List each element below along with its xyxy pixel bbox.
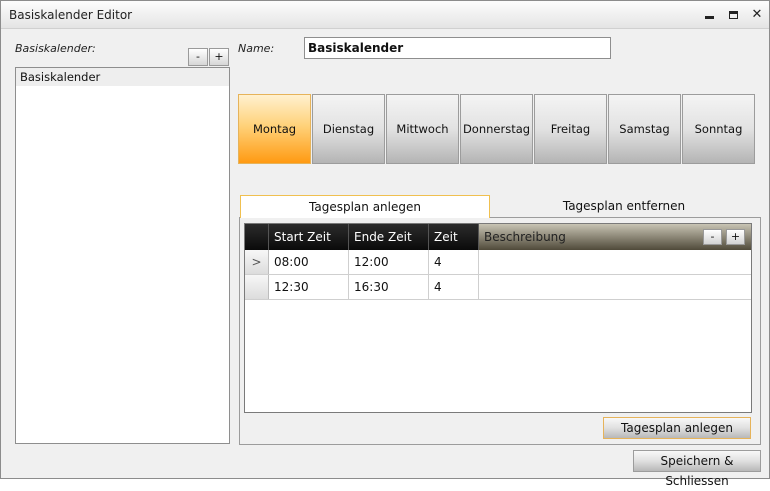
cell-zeit[interactable]: 4 [429, 275, 479, 299]
cell-ende-zeit[interactable]: 16:30 [349, 275, 429, 299]
day-button-donnerstag[interactable]: Donnerstag [460, 94, 533, 164]
add-calendar-button[interactable]: + [209, 48, 229, 66]
calendar-list[interactable]: Basiskalender [15, 67, 230, 444]
window-title: Basiskalender Editor [9, 8, 133, 22]
create-plan-button[interactable]: Tagesplan anlegen [603, 417, 751, 439]
basiskalender-label: Basiskalender: [15, 42, 96, 55]
list-item[interactable]: Basiskalender [16, 68, 229, 86]
cell-beschreibung[interactable] [479, 275, 751, 299]
maximize-icon[interactable] [723, 6, 743, 24]
day-button-freitag[interactable]: Freitag [534, 94, 607, 164]
table-row[interactable]: > 08:00 12:00 4 [245, 250, 751, 275]
editor-window: Basiskalender Editor ✕ Basiskalender: - … [0, 0, 770, 488]
add-row-button[interactable]: + [726, 229, 745, 245]
day-button-dienstag[interactable]: Dienstag [312, 94, 385, 164]
grid-corner [245, 224, 269, 250]
column-header-ende-zeit[interactable]: Ende Zeit [349, 224, 429, 250]
tab-tagesplan-anlegen[interactable]: Tagesplan anlegen [240, 195, 490, 218]
column-header-start-zeit[interactable]: Start Zeit [269, 224, 349, 250]
cell-zeit[interactable]: 4 [429, 250, 479, 274]
cell-ende-zeit[interactable]: 12:00 [349, 250, 429, 274]
tab-tagesplan-entfernen[interactable]: Tagesplan entfernen [490, 195, 758, 218]
day-button-montag[interactable]: Montag [238, 94, 311, 164]
row-header-current[interactable]: > [245, 250, 269, 274]
name-label: Name: [238, 42, 275, 55]
save-close-button[interactable]: Speichern & Schliessen [633, 450, 761, 488]
minimize-icon[interactable] [699, 6, 719, 24]
name-field[interactable]: Basiskalender [304, 37, 611, 59]
table-row[interactable]: 12:30 16:30 4 [245, 275, 751, 300]
remove-row-button[interactable]: - [703, 229, 722, 245]
day-button-samstag[interactable]: Samstag [608, 94, 681, 164]
cell-beschreibung[interactable] [479, 250, 751, 274]
row-header[interactable] [245, 275, 269, 299]
schedule-grid: Start Zeit Ende Zeit Zeit Beschreibung -… [244, 223, 752, 413]
column-header-zeit[interactable]: Zeit [429, 224, 479, 250]
day-button-sonntag[interactable]: Sonntag [682, 94, 755, 164]
day-button-mittwoch[interactable]: Mittwoch [386, 94, 459, 164]
cell-start-zeit[interactable]: 12:30 [269, 275, 349, 299]
cell-start-zeit[interactable]: 08:00 [269, 250, 349, 274]
grid-header: Start Zeit Ende Zeit Zeit Beschreibung -… [245, 224, 751, 250]
close-icon[interactable]: ✕ [747, 6, 767, 24]
remove-calendar-button[interactable]: - [188, 48, 208, 66]
title-bar: Basiskalender Editor ✕ [1, 1, 769, 29]
